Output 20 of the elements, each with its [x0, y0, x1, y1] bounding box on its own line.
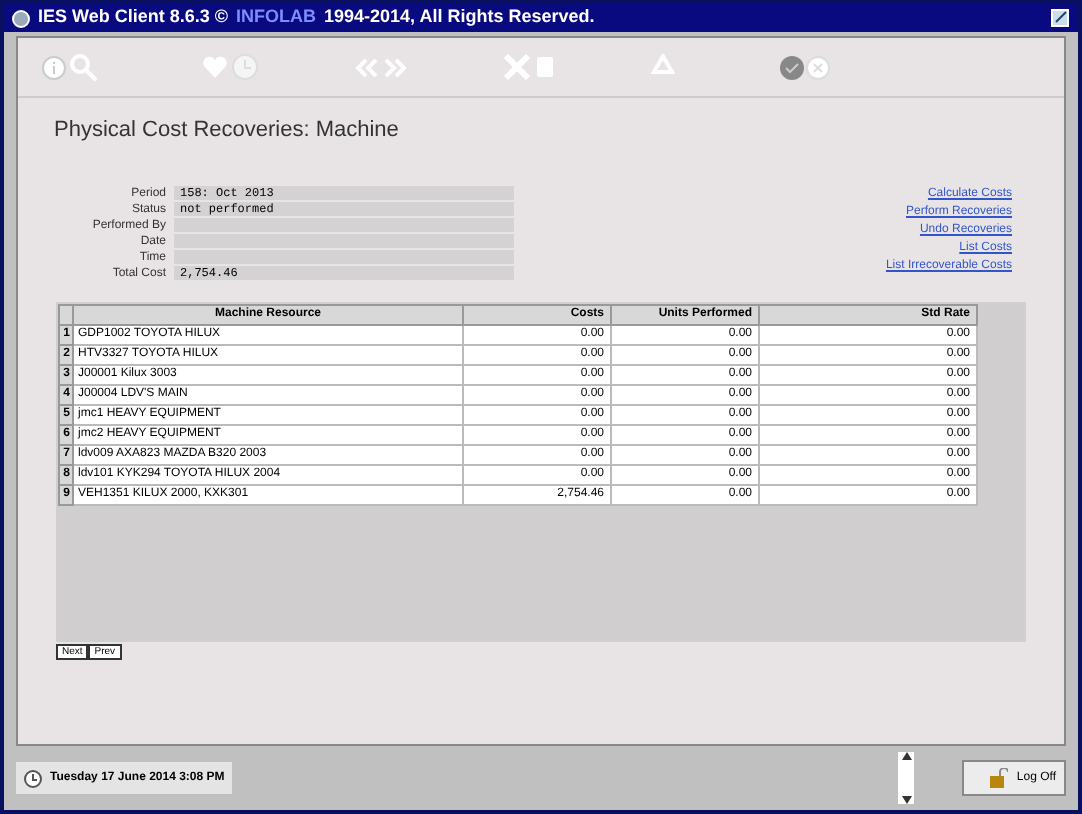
padlock-icon — [990, 768, 1009, 788]
scroll-control[interactable] — [898, 752, 914, 804]
window-title: IES Web Client 8.6.3 © — [38, 4, 228, 31]
double-right-icon[interactable] — [384, 57, 408, 77]
page-title: Physical Cost Recoveries: Machine — [54, 116, 401, 146]
copyright-text: 1994-2014, All Rights Reserved. — [324, 4, 595, 31]
app-icon — [12, 9, 30, 27]
up-arrow-icon[interactable] — [901, 752, 911, 760]
double-left-icon[interactable] — [354, 57, 378, 77]
clock-icon — [24, 769, 42, 787]
cancel-icon[interactable] — [806, 55, 830, 79]
check-icon[interactable] — [780, 55, 804, 79]
info-icon[interactable] — [42, 55, 66, 79]
document-icon[interactable] — [536, 56, 554, 78]
clock-icon[interactable] — [232, 54, 258, 80]
restore-icon[interactable] — [1050, 8, 1070, 28]
down-arrow-icon[interactable] — [901, 796, 911, 804]
brand-name: INFOLAB — [236, 4, 316, 31]
search-icon[interactable] — [70, 53, 98, 81]
heart-icon[interactable] — [202, 55, 228, 79]
